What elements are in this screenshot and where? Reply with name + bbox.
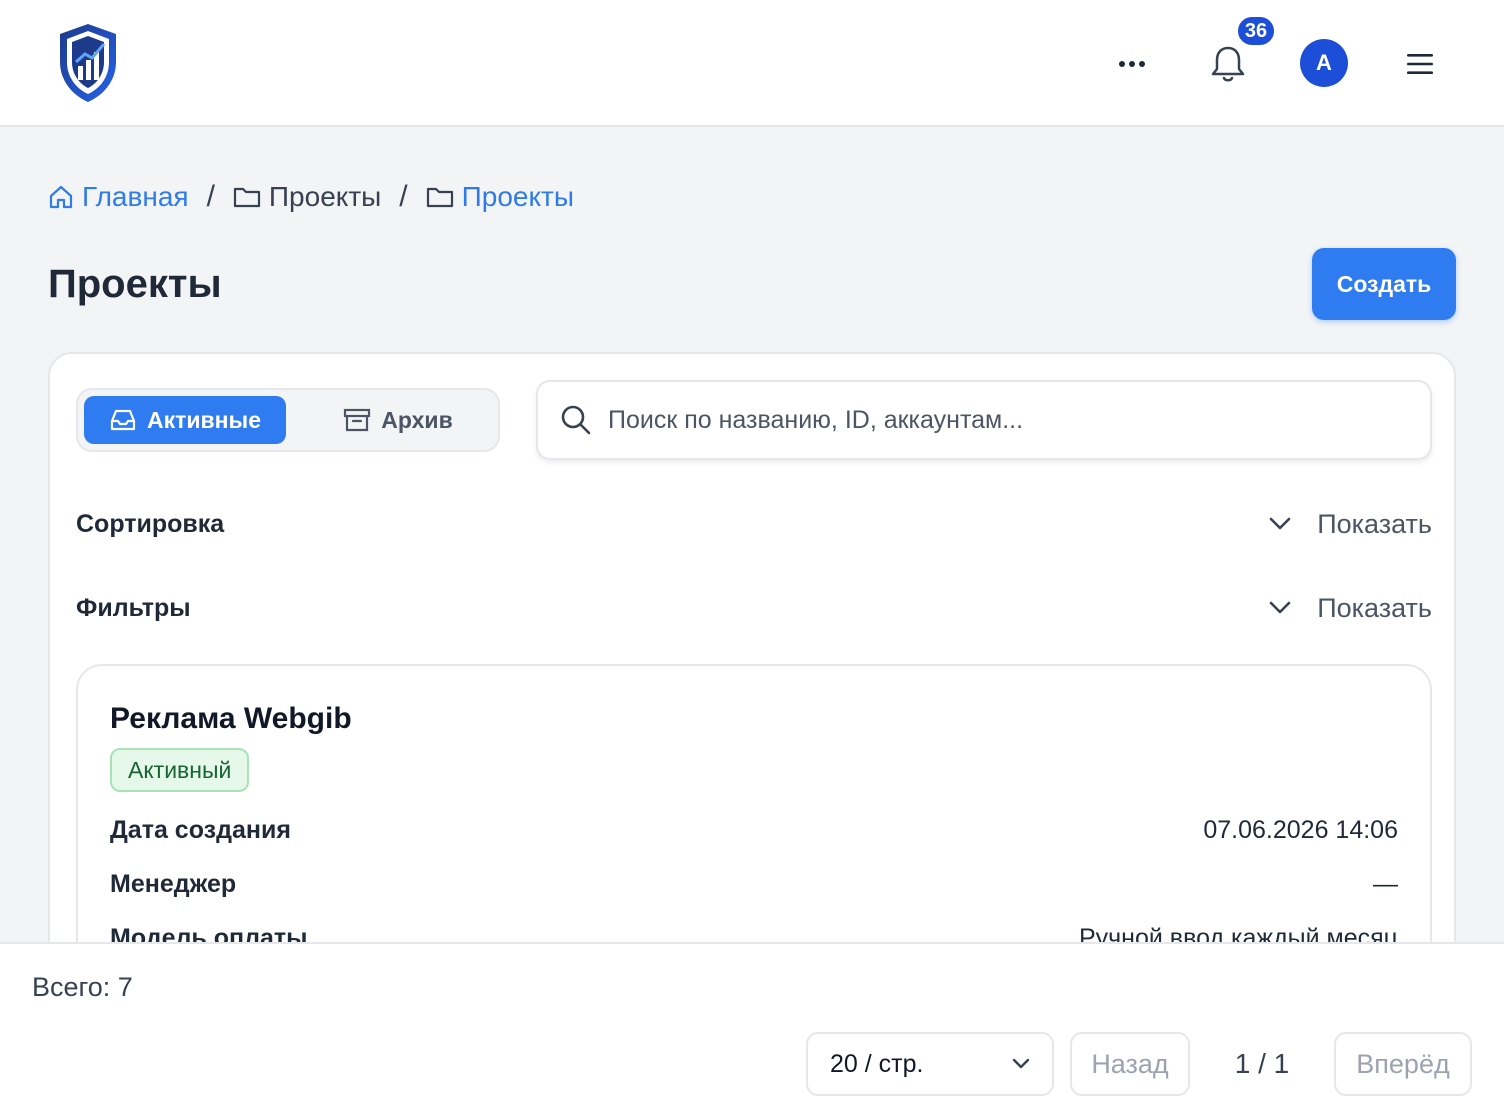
pagination-footer: Всего: 7 20 / стр. Назад 1 / 1 Вперёд [0, 942, 1504, 1120]
filters-section: Фильтры Показать [76, 586, 1432, 630]
filters-toggle-label: Показать [1317, 592, 1432, 623]
breadcrumb-current[interactable]: Проекты [426, 181, 574, 213]
home-icon [49, 185, 73, 209]
sorting-section: Сортировка Показать [76, 502, 1432, 546]
more-options-button[interactable] [1104, 36, 1160, 92]
folder-icon [426, 187, 453, 208]
chevron-down-icon [1269, 601, 1291, 614]
breadcrumb-parent-label: Проекты [268, 181, 382, 212]
inbox-icon [110, 409, 136, 431]
field-value: 07.06.2026 14:06 [1203, 816, 1398, 844]
filters-toggle[interactable]: Показать [1269, 593, 1432, 624]
bell-icon [1211, 46, 1245, 82]
page-size-select[interactable]: 20 / стр. [806, 1032, 1054, 1096]
sorting-label: Сортировка [76, 509, 225, 538]
shield-logo-icon[interactable] [58, 22, 118, 104]
field-label: Дата создания [110, 816, 291, 844]
prev-page-button[interactable]: Назад [1070, 1032, 1190, 1096]
ellipsis-icon [1119, 61, 1145, 67]
project-title: Реклама Webgib [110, 702, 352, 735]
breadcrumb-parent[interactable]: Проекты [233, 181, 381, 213]
menu-icon [1407, 54, 1433, 74]
breadcrumb-current-label: Проекты [461, 181, 574, 212]
tab-active[interactable]: Активные [84, 396, 286, 444]
sorting-toggle[interactable]: Показать [1269, 509, 1432, 540]
status-segmented-control: Активные Архив [76, 388, 500, 452]
archive-icon [344, 408, 371, 432]
breadcrumb-home-label: Главная [82, 181, 189, 212]
search-input[interactable] [608, 405, 1408, 435]
hamburger-menu-button[interactable] [1392, 36, 1448, 92]
folder-icon [233, 187, 261, 208]
field-label: Менеджер [110, 870, 237, 898]
filters-label: Фильтры [76, 593, 191, 622]
sorting-toggle-label: Показать [1317, 508, 1432, 539]
top-bar: 36 A [0, 0, 1504, 127]
tab-archive-label: Архив [381, 406, 453, 433]
user-avatar[interactable]: A [1300, 39, 1348, 87]
project-field-row: Менеджер — [110, 870, 1398, 899]
status-badge: Активный [110, 748, 250, 792]
breadcrumb: Главная / Проекты / Проекты [48, 178, 574, 216]
field-value: — [1373, 870, 1398, 898]
search-icon [560, 404, 592, 436]
breadcrumb-home[interactable]: Главная [48, 181, 189, 213]
create-button[interactable]: Создать [1312, 248, 1456, 320]
search-box [536, 380, 1432, 460]
tab-archive[interactable]: Архив [300, 396, 496, 444]
total-count: Всего: 7 [32, 972, 133, 1002]
page-indicator: 1 / 1 [1234, 1048, 1290, 1079]
breadcrumb-separator: / [206, 180, 215, 213]
page-size-value: 20 / стр. [830, 1049, 924, 1078]
project-field-row: Дата создания 07.06.2026 14:06 [110, 816, 1398, 845]
page-title: Проекты [48, 262, 222, 306]
chevron-down-icon [1269, 517, 1291, 530]
chevron-down-icon [1012, 1058, 1030, 1069]
notification-count-badge: 36 [1236, 15, 1276, 47]
breadcrumb-separator: / [399, 180, 408, 213]
next-page-button[interactable]: Вперёд [1334, 1032, 1472, 1096]
tab-active-label: Активные [147, 406, 261, 433]
